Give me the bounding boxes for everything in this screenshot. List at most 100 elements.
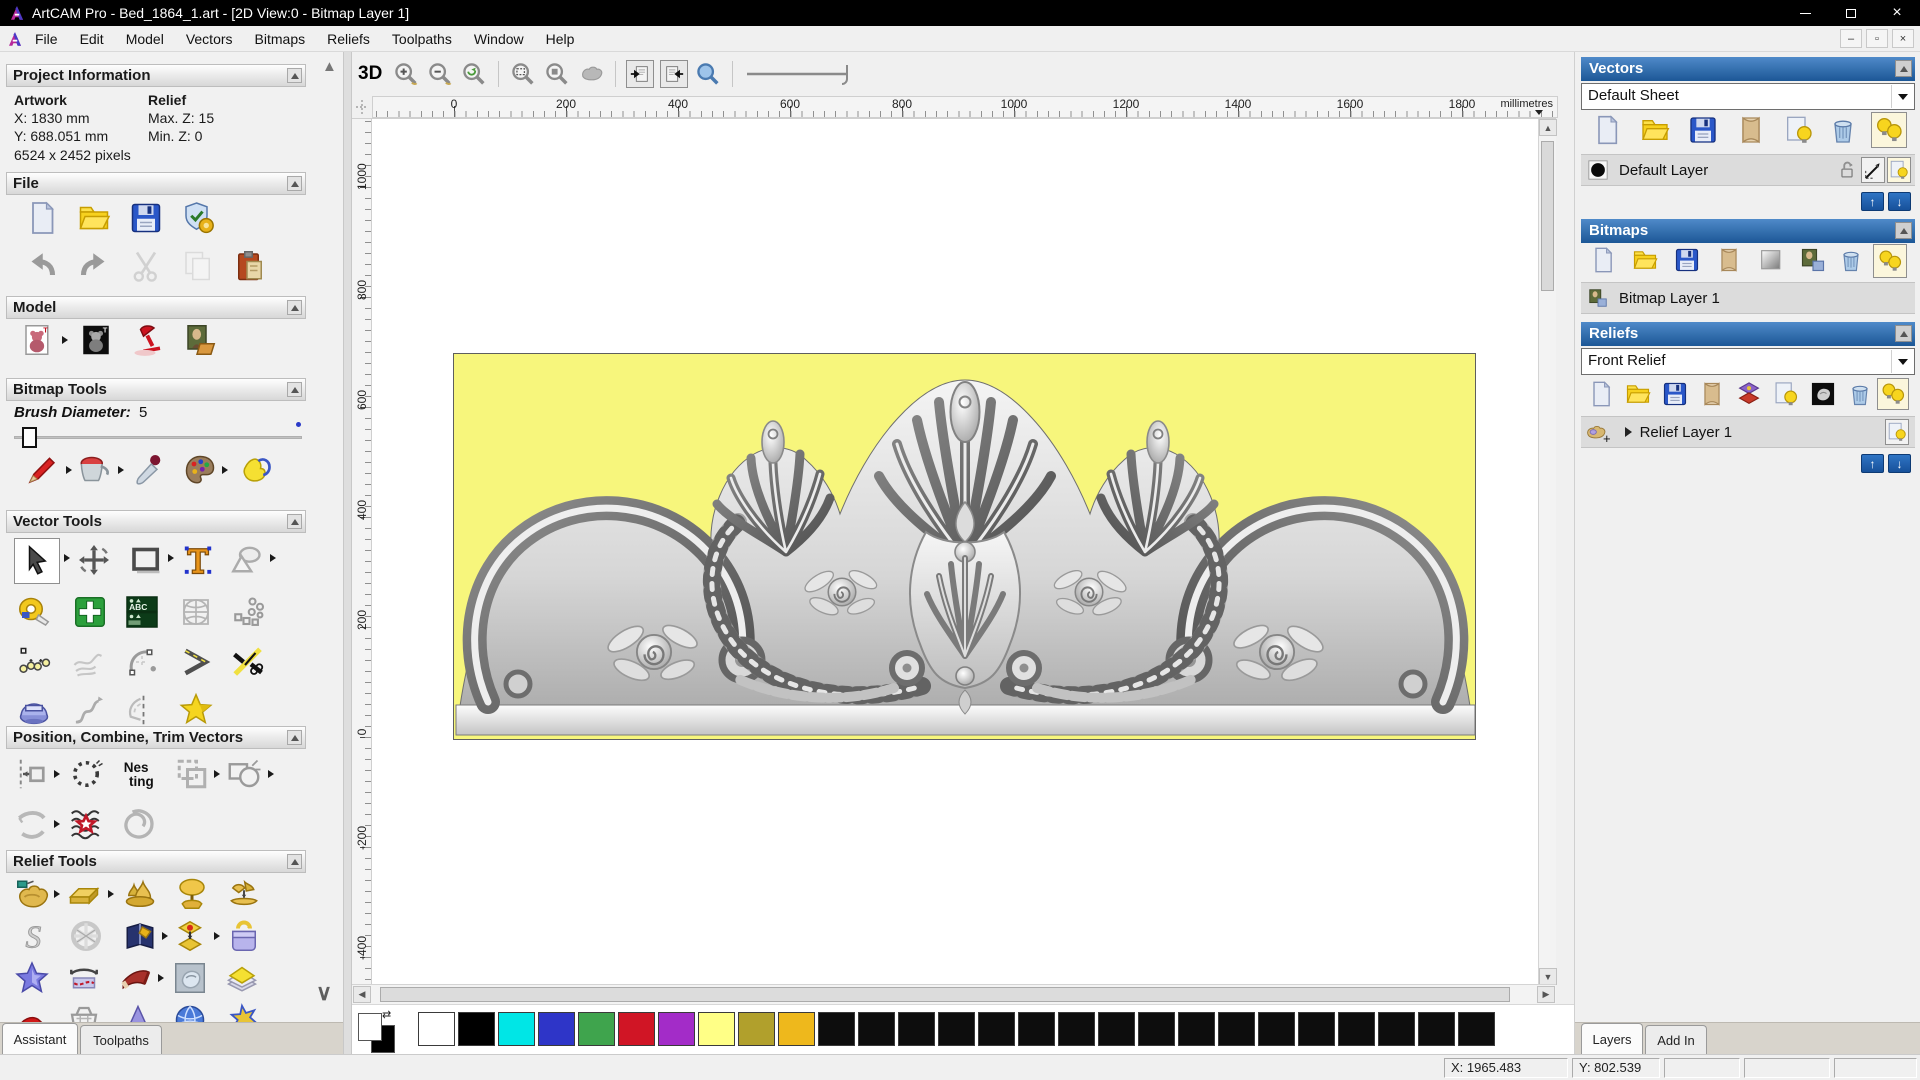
options-button[interactable] (180, 200, 216, 236)
snap-layer-button[interactable] (1861, 157, 1885, 183)
color-swatch[interactable] (1338, 1012, 1375, 1046)
fit-arcs-button[interactable] (16, 692, 52, 728)
color-swatch[interactable] (1258, 1012, 1295, 1046)
open-vector-layer-button[interactable] (1639, 114, 1671, 146)
open-relief-layer-button[interactable] (1624, 380, 1652, 408)
scroll-right-button[interactable]: ▶ (1537, 986, 1555, 1003)
relief-layer-row[interactable]: + Relief Layer 1 (1581, 416, 1915, 448)
color-swatch[interactable] (1058, 1012, 1095, 1046)
paint-brush-button[interactable] (24, 452, 60, 488)
paste-button[interactable] (232, 248, 268, 284)
menu-vectors[interactable]: Vectors (175, 26, 244, 52)
flyout-arrow-icon[interactable] (54, 770, 60, 778)
menu-bitmaps[interactable]: Bitmaps (244, 26, 317, 52)
color-swatch[interactable] (618, 1012, 655, 1046)
open-model-button[interactable] (76, 200, 112, 236)
section-project-information[interactable]: Project Information (6, 64, 306, 87)
expand-layer-icon[interactable] (1624, 427, 1632, 437)
color-swatch[interactable] (458, 1012, 495, 1046)
lock-layer-button[interactable] (1835, 157, 1859, 183)
vector-layer-row[interactable]: Default Layer (1581, 154, 1915, 186)
transform-vectors-button[interactable] (76, 542, 112, 578)
minimize-button[interactable] (1782, 0, 1828, 26)
flyout-arrow-icon[interactable] (270, 554, 276, 562)
fit-curve-button[interactable] (70, 692, 106, 728)
ruler-unit-dropdown-icon[interactable] (1535, 110, 1543, 115)
primary-secondary-colours[interactable]: ⇄ (358, 1009, 404, 1053)
section-relief-tools[interactable]: Relief Tools (6, 850, 306, 873)
mirror-vectors-button[interactable] (124, 692, 160, 728)
color-swatch[interactable] (1298, 1012, 1335, 1046)
preview-relief-button[interactable] (694, 60, 722, 88)
section-position-combine-trim[interactable]: Position, Combine, Trim Vectors (6, 726, 306, 749)
primary-colour-swatch[interactable] (358, 1013, 382, 1041)
lighting-button[interactable] (130, 322, 166, 358)
align-vectors-button[interactable] (14, 756, 50, 792)
wave-relief-button[interactable] (14, 1002, 50, 1022)
flood-fill-button[interactable] (76, 452, 112, 488)
collapse-button[interactable] (287, 514, 302, 529)
delete-vector-layer-button[interactable] (1827, 114, 1859, 146)
delete-bitmap-layer-button[interactable] (1837, 246, 1867, 276)
show-vector-layer-button[interactable] (1783, 114, 1815, 146)
zoom-objects-button[interactable] (543, 60, 571, 88)
text-on-curve-button[interactable] (68, 756, 104, 792)
flyout-arrow-icon[interactable] (54, 890, 60, 898)
menu-file[interactable]: File (24, 26, 69, 52)
menu-model[interactable]: Model (115, 26, 175, 52)
brush-slider-handle[interactable] (22, 427, 37, 448)
flyout-arrow-icon[interactable] (66, 466, 72, 474)
create-star-button[interactable] (178, 692, 214, 728)
collapse-button[interactable] (287, 382, 302, 397)
greyscale-bitmap-button[interactable] (1757, 246, 1787, 276)
reliefs-panel-header[interactable]: Reliefs (1581, 322, 1915, 346)
relief-visibility-button[interactable] (1885, 419, 1909, 445)
create-text-button[interactable] (180, 542, 216, 578)
new-vector-layer-button[interactable] (1591, 114, 1623, 146)
shape-editor-button[interactable] (14, 876, 50, 912)
extrude-button[interactable] (120, 1002, 156, 1022)
open-bitmap-layer-button[interactable] (1631, 246, 1661, 276)
menu-reliefs[interactable]: Reliefs (316, 26, 381, 52)
zoom-out-button[interactable] (426, 60, 454, 88)
color-swatch[interactable] (938, 1012, 975, 1046)
save-vector-layer-button[interactable] (1687, 114, 1719, 146)
new-bitmap-layer-button[interactable] (1589, 246, 1619, 276)
weld-vectors-button[interactable] (226, 756, 262, 792)
relief-layers-button[interactable] (224, 960, 260, 996)
collapse-button[interactable] (287, 176, 302, 191)
flyout-arrow-icon[interactable] (64, 554, 70, 562)
color-swatch[interactable] (538, 1012, 575, 1046)
color-swatch[interactable] (898, 1012, 935, 1046)
tab-assistant[interactable]: Assistant (2, 1023, 78, 1054)
toggle-all-relief-layers-button[interactable] (1877, 378, 1909, 410)
close-button[interactable]: × (1874, 0, 1920, 26)
color-swatch[interactable] (1378, 1012, 1415, 1046)
emboss-relief-button[interactable] (172, 960, 208, 996)
line-width-slider[interactable] (743, 61, 863, 87)
tab-add-in[interactable]: Add In (1645, 1025, 1707, 1055)
scroll-up-button[interactable]: ▲ (1539, 119, 1557, 136)
zoom-fit-button[interactable] (577, 60, 605, 88)
color-swatch[interactable] (578, 1012, 615, 1046)
section-vector-tools[interactable]: Vector Tools (6, 510, 306, 533)
tab-layers[interactable]: Layers (1581, 1023, 1643, 1055)
flyout-arrow-icon[interactable] (222, 466, 228, 474)
color-swatch[interactable] (818, 1012, 855, 1046)
vector-texture-button[interactable] (68, 806, 104, 842)
color-swatch[interactable] (1418, 1012, 1455, 1046)
toggle-3d-view-button[interactable]: 3D (358, 63, 382, 85)
collapse-button[interactable] (1895, 325, 1912, 342)
move-layer-down-button[interactable]: ↓ (1888, 192, 1911, 211)
dropdown-button[interactable] (1891, 85, 1913, 108)
vector-library-button[interactable] (124, 594, 160, 630)
create-polyline-button[interactable] (178, 644, 214, 680)
relief-library-button[interactable] (122, 918, 158, 954)
color-swatch[interactable] (498, 1012, 535, 1046)
collapse-button[interactable] (287, 68, 302, 83)
horizontal-scrollbar[interactable]: ◀ ▶ (352, 984, 1556, 1004)
weave-wizard-button[interactable] (68, 918, 104, 954)
color-swatch[interactable] (858, 1012, 895, 1046)
menu-help[interactable]: Help (535, 26, 586, 52)
color-swatch[interactable] (1178, 1012, 1215, 1046)
